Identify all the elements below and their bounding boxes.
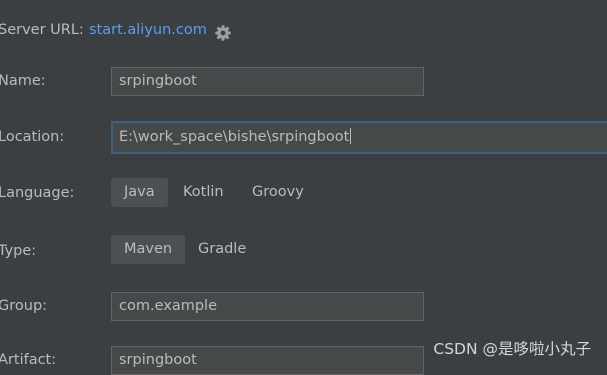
location-value: E:\work_space\bishe\srpingboot <box>119 129 350 145</box>
group-label: Group: <box>0 298 48 314</box>
server-url-label: Server URL: <box>0 22 84 38</box>
text-caret <box>350 128 352 144</box>
language-label: Language: <box>0 185 75 201</box>
language-option-kotlin[interactable]: Kotlin <box>170 178 237 207</box>
type-option-maven[interactable]: Maven <box>111 235 186 264</box>
artifact-field[interactable]: srpingboot <box>111 346 424 375</box>
type-label: Type: <box>0 243 37 259</box>
name-field[interactable]: srpingboot <box>111 67 424 96</box>
type-option-gradle[interactable]: Gradle <box>185 235 259 264</box>
language-option-java[interactable]: Java <box>111 178 168 207</box>
location-label: Location: <box>0 129 65 145</box>
name-label: Name: <box>0 73 46 89</box>
gear-icon[interactable] <box>214 24 232 42</box>
group-field[interactable]: com.example <box>111 292 424 321</box>
server-url-link[interactable]: start.aliyun.com <box>89 22 207 38</box>
artifact-label: Artifact: <box>0 352 57 368</box>
watermark: CSDN @是哆啦小丸子 <box>433 340 591 358</box>
language-option-groovy[interactable]: Groovy <box>239 178 317 207</box>
location-field[interactable]: E:\work_space\bishe\srpingboot <box>111 121 607 154</box>
